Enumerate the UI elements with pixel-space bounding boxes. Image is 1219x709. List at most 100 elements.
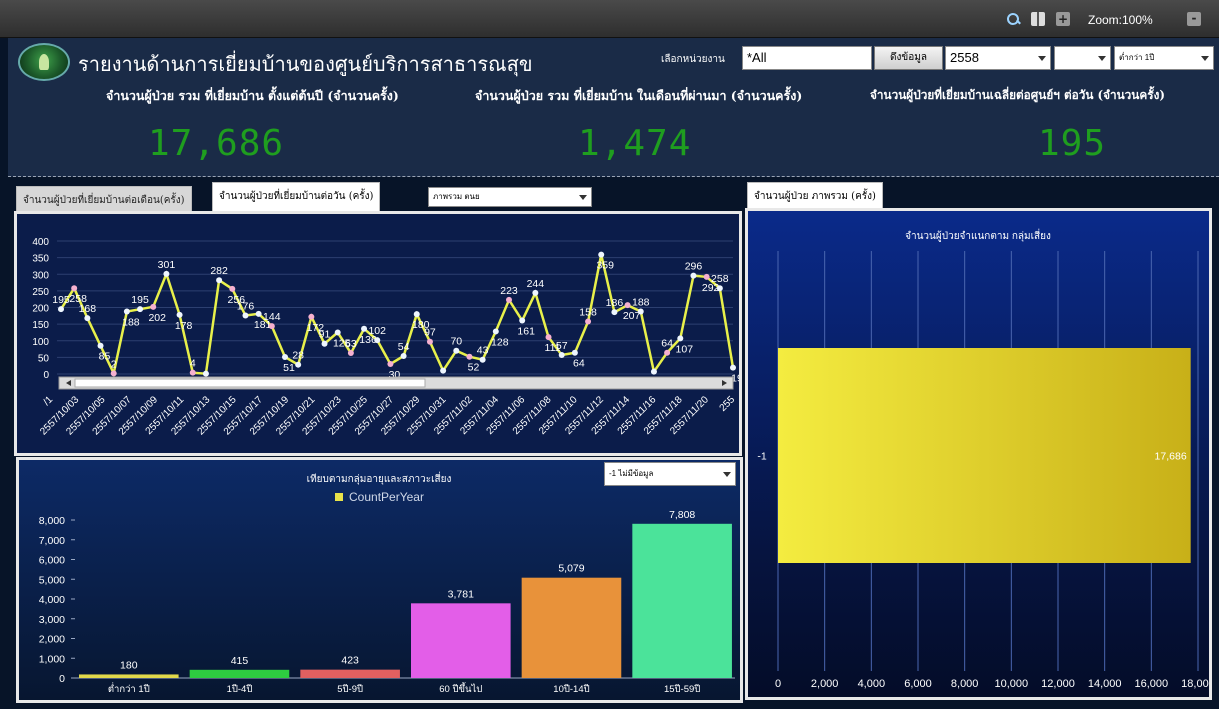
kpi-label-daily-average: จำนวนผู้ป่วยที่เยี่ยมบ้านเฉลี่ยต่อศูนย์ฯ… (870, 88, 1165, 102)
y-tick-label: 200 (32, 304, 49, 315)
data-point (519, 317, 526, 324)
x-tick-label: 4,000 (858, 678, 886, 690)
data-point (137, 306, 144, 313)
data-label: 43 (477, 345, 489, 357)
bar-value-label: 415 (231, 655, 249, 667)
data-point (426, 338, 433, 345)
data-label: 223 (500, 285, 518, 297)
top-toolbar: + Zoom:100% - (0, 0, 1219, 38)
unit-input[interactable]: *All (742, 46, 872, 70)
y-tick-label: 0 (43, 370, 49, 381)
bar-filter-select[interactable]: -1 ไม่มีข้อมูล (604, 462, 736, 486)
x-tick-label: 0 (775, 678, 781, 690)
data-point (150, 303, 157, 310)
data-label: 244 (527, 278, 545, 290)
data-point (440, 367, 447, 374)
y-tick-label: 100 (32, 337, 49, 348)
data-label: 188 (122, 316, 140, 328)
y-category-label: -1 (757, 451, 766, 463)
data-label: 57 (556, 340, 568, 352)
x-category-label: ต่ำกว่า 1ปี (108, 682, 150, 695)
data-point (637, 308, 644, 315)
data-point (453, 347, 460, 354)
data-label: 202 (148, 312, 166, 324)
bar-value-label: 5,079 (558, 563, 584, 575)
data-label: 63 (345, 338, 357, 350)
data-point (71, 285, 78, 292)
data-point (202, 370, 209, 377)
data-label: 144 (263, 311, 281, 323)
data-point (624, 302, 631, 309)
data-point (97, 342, 104, 349)
data-point (492, 328, 499, 335)
year-select-value: 2558 (950, 50, 979, 65)
kpi-value-daily-average: 195 (1038, 123, 1107, 164)
data-point (479, 356, 486, 363)
data-label: 186 (606, 297, 624, 309)
data-label: 85 (99, 351, 111, 363)
data-point (242, 312, 249, 319)
x-category-label: 1ปี-4ปี (227, 683, 253, 695)
y-tick-label: 0 (59, 673, 65, 685)
data-label: 188 (632, 296, 650, 308)
y-tick-label: 6,000 (39, 555, 65, 567)
y-tick-label: 2,000 (39, 634, 65, 646)
legend-label: CountPerYear (349, 490, 424, 504)
data-point (690, 272, 697, 279)
layout-icon[interactable] (1031, 12, 1045, 26)
y-tick-label: 150 (32, 320, 49, 331)
data-point (532, 289, 539, 296)
bar (521, 577, 622, 678)
y-tick-label: 8,000 (39, 515, 65, 527)
chevron-down-icon (579, 195, 587, 200)
divider (8, 176, 1219, 177)
bar-value-label: 7,808 (669, 509, 695, 521)
data-label: 64 (661, 338, 673, 350)
data-point (585, 318, 592, 325)
age-select[interactable]: ต่ำกว่า 1ปี (1114, 46, 1214, 70)
data-point (374, 337, 381, 344)
year-select[interactable]: 2558 (945, 46, 1051, 70)
zoom-out-icon[interactable]: - (1187, 12, 1201, 26)
data-label: 301 (158, 259, 176, 271)
tab-monthly[interactable]: จำนวนผู้ป่วยที่เยี่ยมบ้านต่อเดือน(ครั้ง) (16, 186, 192, 214)
y-tick-label: 50 (38, 353, 50, 364)
data-label: 195 (131, 294, 149, 306)
zoom-in-icon[interactable]: + (1056, 12, 1070, 26)
data-label: 2 (111, 358, 117, 370)
data-point (255, 310, 262, 317)
tab-overall[interactable]: จำนวนผู้ป่วย ภาพรวม (ครั้ง) (747, 182, 883, 210)
data-point (650, 368, 657, 375)
bar-chart-title: เทียบตามกลุ่มอายุและสภาวะเสี่ยง (307, 471, 452, 485)
header: รายงานด้านการเยี่ยมบ้านของศูนย์บริการสาธ… (8, 38, 1219, 177)
age-select-value: ต่ำกว่า 1ปี (1119, 53, 1155, 62)
x-category-label: 5ปี-9ปี (337, 683, 363, 695)
data-point (387, 361, 394, 368)
data-label: 4 (190, 358, 196, 370)
chevron-down-icon (1038, 56, 1046, 61)
data-label: 28 (292, 350, 304, 362)
data-point (58, 306, 64, 313)
line-filter-value: ภาพรวม ตนย (433, 192, 480, 201)
unit-label: เลือกหน่วยงาน (661, 54, 725, 65)
tab-daily[interactable]: จำนวนผู้ป่วยที่เยี่ยมบ้านต่อวัน (ครั้ง) (212, 182, 381, 212)
data-label: 161 (517, 325, 535, 337)
fetch-data-button[interactable]: ดึงข้อมูล (874, 46, 943, 70)
data-point (308, 313, 315, 320)
x-tick-label: 10,000 (995, 678, 1029, 690)
bar (79, 674, 179, 678)
bar-chart-panel: เทียบตามกลุ่มอายุและสภาวะเสี่ยง CountPerY… (16, 457, 743, 703)
line-filter-select[interactable]: ภาพรวม ตนย (428, 187, 592, 207)
month-select[interactable] (1054, 46, 1111, 70)
data-point (558, 352, 565, 359)
x-tick-label: 18,000 (1181, 678, 1209, 690)
age-group-bar-chart: เทียบตามกลุ่มอายุและสภาวะเสี่ยง CountPerY… (39, 471, 735, 695)
zoom-icon[interactable] (1006, 12, 1020, 26)
x-tick-label: 14,000 (1088, 678, 1122, 690)
chart-scrollbar-thumb (74, 378, 426, 388)
data-point (466, 353, 473, 360)
data-label: 178 (175, 320, 193, 332)
data-label: 158 (579, 306, 597, 318)
bar (778, 348, 1191, 563)
data-label: 282 (210, 265, 228, 277)
